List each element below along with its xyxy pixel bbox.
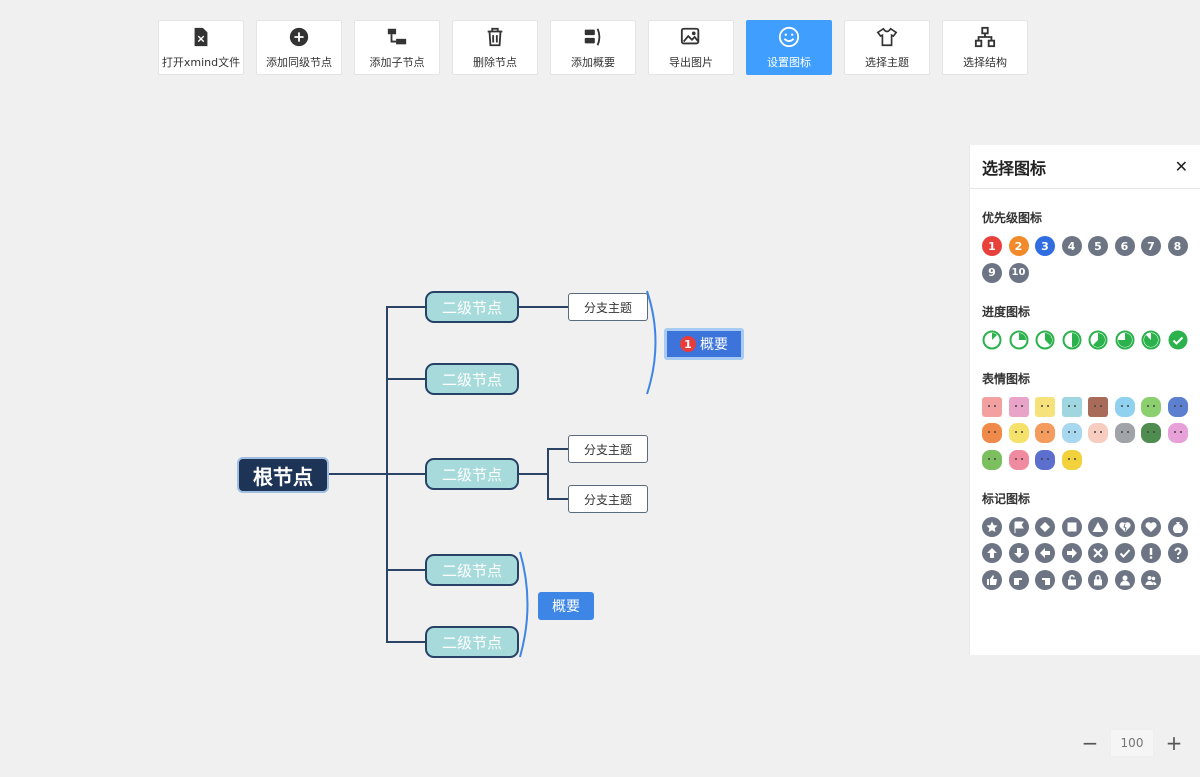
marks-section: 标记图标 bbox=[970, 490, 1200, 590]
heart-icon[interactable] bbox=[1141, 516, 1161, 537]
emotion-icon[interactable] bbox=[1035, 396, 1055, 417]
progress-icon-grid bbox=[982, 330, 1192, 350]
progress-icon[interactable] bbox=[1088, 330, 1108, 350]
flag-icon[interactable] bbox=[1008, 516, 1029, 537]
section-title: 表情图标 bbox=[982, 371, 1031, 386]
money-bag-icon[interactable] bbox=[1167, 516, 1188, 537]
section-title: 进度图标 bbox=[982, 304, 1031, 319]
broken-heart-icon[interactable] bbox=[1114, 516, 1135, 537]
priority-icon[interactable]: 6 bbox=[1114, 236, 1135, 256]
level2-node[interactable]: 二级节点 bbox=[425, 458, 519, 490]
emotion-icon-grid bbox=[982, 396, 1192, 470]
arrow-right-icon[interactable] bbox=[1061, 543, 1082, 563]
question-icon[interactable] bbox=[1167, 543, 1188, 563]
panel-header: 选择图标 ✕ bbox=[970, 145, 1200, 189]
branch-node[interactable]: 分支主题 bbox=[568, 435, 648, 463]
progress-icon[interactable] bbox=[1115, 330, 1135, 350]
emotion-icon[interactable] bbox=[1061, 396, 1082, 417]
summary-node-selected[interactable]: 1 概要 bbox=[664, 328, 744, 360]
priority-section: 优先级图标 1 2 3 4 5 6 7 8 9 10 bbox=[970, 209, 1200, 283]
priority-icon[interactable]: 8 bbox=[1167, 236, 1188, 256]
emotion-icon[interactable] bbox=[1088, 423, 1108, 443]
hand-left-icon[interactable] bbox=[1035, 569, 1055, 590]
emotion-icon[interactable] bbox=[1088, 396, 1108, 417]
priority-icon[interactable]: 5 bbox=[1088, 236, 1108, 256]
emotion-icon[interactable] bbox=[1114, 396, 1135, 417]
emotion-icon[interactable] bbox=[1167, 396, 1188, 417]
progress-icon[interactable] bbox=[982, 330, 1002, 350]
emotion-icon[interactable] bbox=[982, 396, 1002, 417]
zoom-out-button[interactable]: − bbox=[1080, 728, 1100, 758]
progress-section: 进度图标 bbox=[970, 303, 1200, 350]
priority-icon[interactable]: 9 bbox=[982, 262, 1002, 283]
priority-icon[interactable]: 3 bbox=[1035, 236, 1055, 256]
square-icon[interactable] bbox=[1061, 516, 1082, 537]
cross-icon[interactable] bbox=[1088, 543, 1108, 563]
priority-icon[interactable]: 4 bbox=[1061, 236, 1082, 256]
triangle-icon[interactable] bbox=[1088, 516, 1108, 537]
unlock-icon[interactable] bbox=[1061, 569, 1082, 590]
marks-icon-grid bbox=[982, 516, 1192, 590]
emotion-icon[interactable] bbox=[1141, 423, 1161, 443]
diamond-icon[interactable] bbox=[1035, 516, 1055, 537]
level2-node[interactable]: 二级节点 bbox=[425, 291, 519, 323]
icon-panel: 选择图标 ✕ 优先级图标 1 2 3 4 5 6 7 8 9 10 进度图标 表情图标 标记图标 bbox=[969, 145, 1200, 655]
emotion-icon[interactable] bbox=[1008, 449, 1029, 470]
zoom-in-button[interactable]: + bbox=[1164, 728, 1184, 758]
exclamation-icon[interactable] bbox=[1141, 543, 1161, 563]
emotion-icon[interactable] bbox=[1008, 396, 1029, 417]
summary-node[interactable]: 概要 bbox=[538, 592, 594, 620]
progress-icon[interactable] bbox=[1009, 330, 1029, 350]
close-icon[interactable]: ✕ bbox=[1175, 157, 1188, 176]
level2-node[interactable]: 二级节点 bbox=[425, 626, 519, 658]
emotion-icon[interactable] bbox=[1167, 423, 1188, 443]
summary-label: 概要 bbox=[700, 337, 728, 353]
lock-icon[interactable] bbox=[1088, 569, 1108, 590]
zoom-control: − + bbox=[1080, 728, 1184, 758]
progress-icon[interactable] bbox=[1168, 330, 1188, 350]
emotion-icon[interactable] bbox=[982, 423, 1002, 443]
emotion-icon[interactable] bbox=[982, 449, 1002, 470]
branch-node[interactable]: 分支主题 bbox=[568, 485, 648, 513]
priority-icon[interactable]: 1 bbox=[982, 236, 1002, 256]
progress-icon[interactable] bbox=[1035, 330, 1055, 350]
emotion-icon[interactable] bbox=[1008, 423, 1029, 443]
panel-title: 选择图标 bbox=[982, 158, 1047, 178]
priority-icon[interactable]: 7 bbox=[1141, 236, 1161, 256]
priority-icon-grid: 1 2 3 4 5 6 7 8 9 10 bbox=[982, 236, 1192, 283]
emotion-icon[interactable] bbox=[1061, 449, 1082, 470]
progress-icon[interactable] bbox=[1062, 330, 1082, 350]
user-icon[interactable] bbox=[1114, 569, 1135, 590]
root-node[interactable]: 根节点 bbox=[237, 457, 329, 493]
zoom-input[interactable] bbox=[1110, 729, 1154, 757]
users-icon[interactable] bbox=[1141, 569, 1161, 590]
section-title: 标记图标 bbox=[982, 491, 1031, 506]
priority-icon[interactable]: 2 bbox=[1008, 236, 1029, 256]
hand-point-icon[interactable] bbox=[1008, 569, 1029, 590]
check-icon[interactable] bbox=[1114, 543, 1135, 563]
emotion-icon[interactable] bbox=[1061, 423, 1082, 443]
level2-node[interactable]: 二级节点 bbox=[425, 554, 519, 586]
emotion-section: 表情图标 bbox=[970, 370, 1200, 470]
branch-node[interactable]: 分支主题 bbox=[568, 293, 648, 321]
emotion-icon[interactable] bbox=[1114, 423, 1135, 443]
emotion-icon[interactable] bbox=[1141, 396, 1161, 417]
star-icon[interactable] bbox=[982, 516, 1002, 537]
emotion-icon[interactable] bbox=[1035, 449, 1055, 470]
emotion-icon[interactable] bbox=[1035, 423, 1055, 443]
priority-badge: 1 bbox=[680, 336, 696, 352]
level2-node[interactable]: 二级节点 bbox=[425, 363, 519, 395]
arrow-up-icon[interactable] bbox=[982, 543, 1002, 563]
priority-icon[interactable]: 10 bbox=[1008, 262, 1029, 283]
arrow-down-icon[interactable] bbox=[1008, 543, 1029, 563]
progress-icon[interactable] bbox=[1141, 330, 1161, 350]
thumbs-up-icon[interactable] bbox=[982, 569, 1002, 590]
arrow-left-icon[interactable] bbox=[1035, 543, 1055, 563]
section-title: 优先级图标 bbox=[982, 211, 1043, 225]
